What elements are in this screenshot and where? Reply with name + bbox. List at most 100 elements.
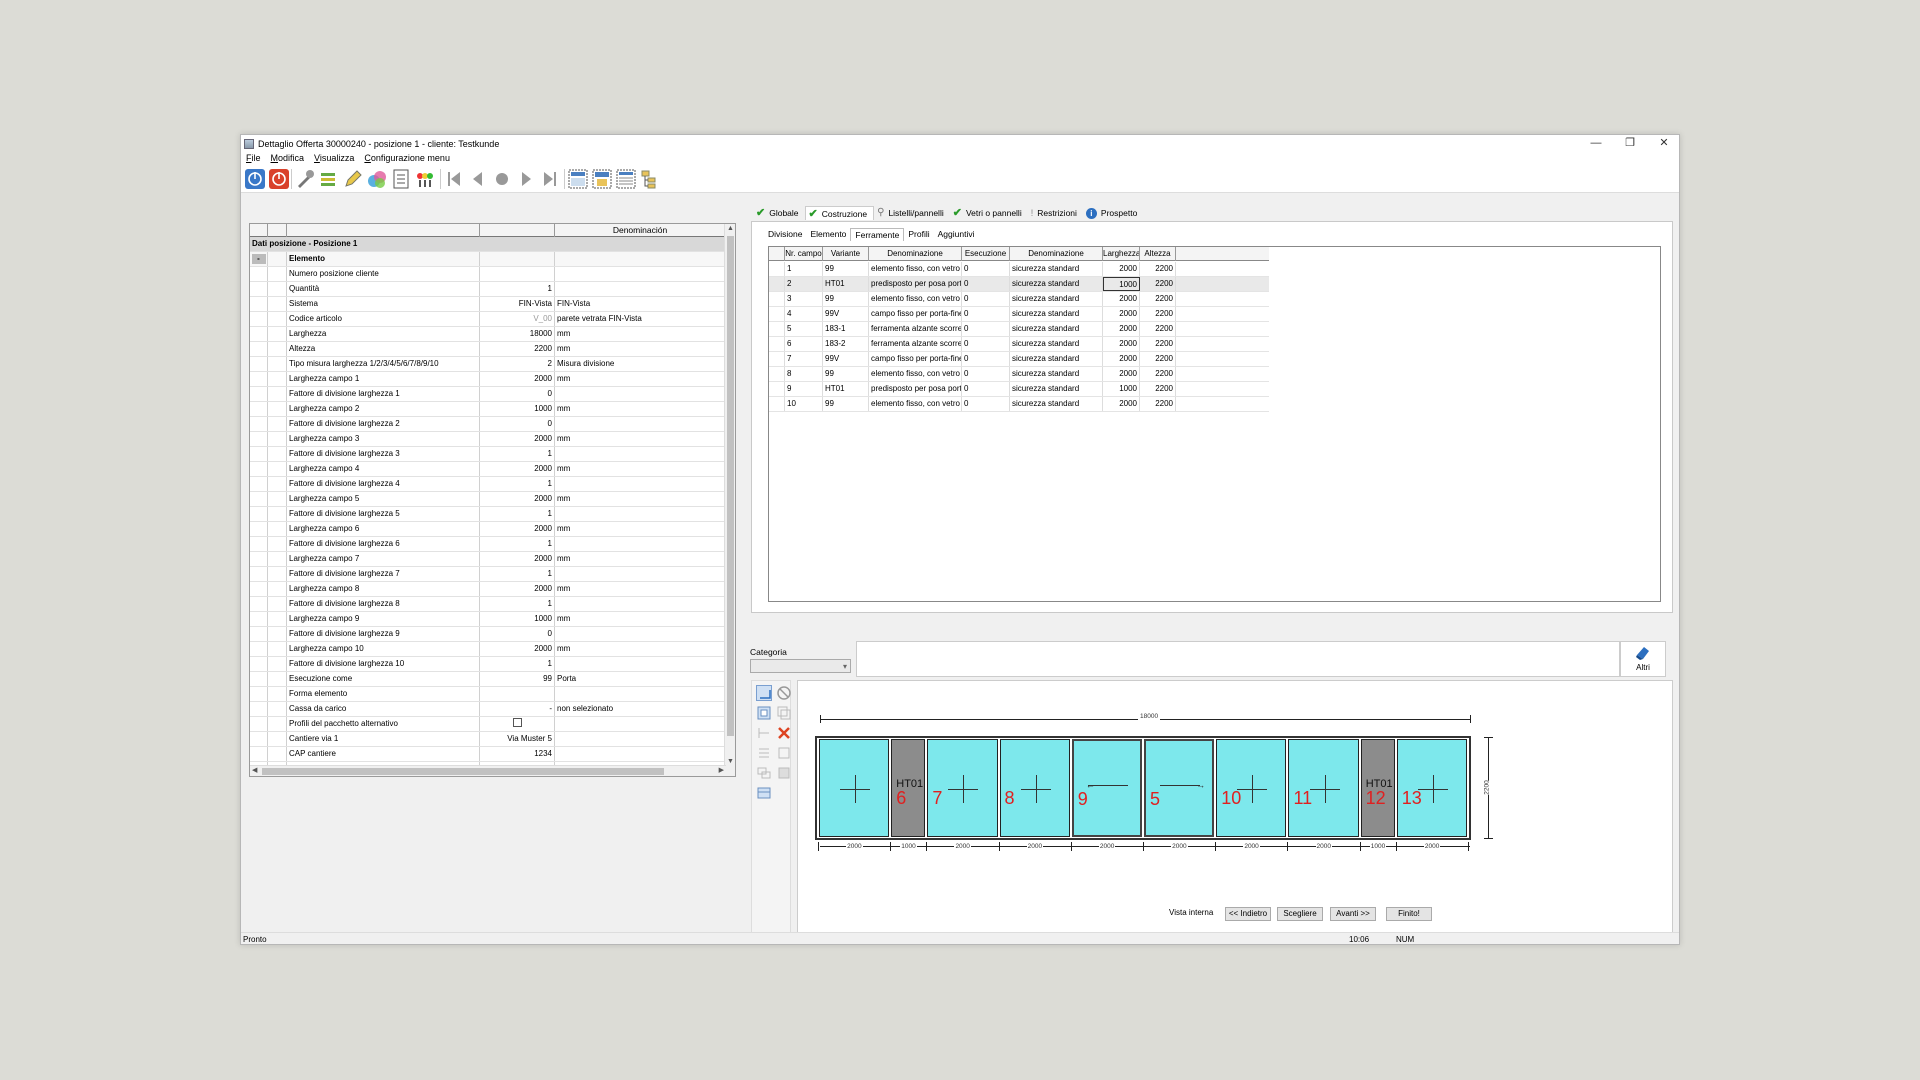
tab-ferramente[interactable]: Ferramente xyxy=(850,228,905,241)
property-row[interactable]: Altezza 2200 mm xyxy=(250,342,725,357)
table-row[interactable]: 5183-1ferramenta alzante scorrevol0sicur… xyxy=(769,322,1269,337)
menu-file[interactable]: File xyxy=(241,152,266,165)
glass-panel[interactable]: 7 xyxy=(927,739,998,837)
next-record-icon[interactable] xyxy=(515,168,537,190)
property-row[interactable]: Tipo misura larghezza 1/2/3/4/5/6/7/8/9/… xyxy=(250,357,725,372)
select-tool-icon[interactable] xyxy=(756,685,772,701)
property-row[interactable]: Larghezza campo 7 2000 mm xyxy=(250,552,725,567)
restore-button[interactable]: ❐ xyxy=(1613,135,1647,152)
column-header[interactable]: Esecuzione xyxy=(962,247,1010,261)
property-row[interactable]: Numero posizione cliente xyxy=(250,267,725,282)
property-row[interactable]: Larghezza campo 1 2000 mm xyxy=(250,372,725,387)
power-red-icon[interactable] xyxy=(268,168,290,190)
property-row[interactable]: Larghezza campo 10 2000 mm xyxy=(250,642,725,657)
first-record-icon[interactable] xyxy=(443,168,465,190)
tab-listelli[interactable]: ⚲ Listelli/pannelli xyxy=(874,206,950,220)
column-header[interactable]: Denominazione xyxy=(1010,247,1103,261)
checkbox[interactable] xyxy=(513,718,522,728)
property-row[interactable]: Larghezza campo 5 2000 mm xyxy=(250,492,725,507)
table-row[interactable]: 4 99V campo fisso per porta-finest 0 sicurez… xyxy=(769,307,1269,322)
property-row[interactable]: Fattore di divisione larghezza 61 xyxy=(250,537,725,552)
tab-prospetto[interactable]: i Prospetto xyxy=(1083,206,1143,220)
pencil-icon[interactable] xyxy=(342,168,364,190)
property-row[interactable]: Fattore di divisione larghezza 41 xyxy=(250,477,725,492)
property-row[interactable]: Larghezza campo 3 2000 mm xyxy=(250,432,725,447)
property-row[interactable]: Larghezza campo 9 1000 mm xyxy=(250,612,725,627)
categoria-select[interactable] xyxy=(750,659,851,673)
table-row[interactable]: 2 HT01 predisposto per posa porta 0 sicurezz… xyxy=(769,277,1269,292)
finish-button[interactable]: Finito! xyxy=(1386,907,1432,921)
copy-icon[interactable] xyxy=(776,705,792,721)
property-row[interactable]: Larghezza campo 8 2000 mm xyxy=(250,582,725,597)
property-row[interactable]: Cantiere via 1 Via Muster 5 xyxy=(250,732,725,747)
property-row[interactable]: Forma elemento xyxy=(250,687,725,702)
glass-panel[interactable]: 11 xyxy=(1288,739,1359,837)
property-row[interactable]: Codice articolo V_00 parete vetrata FIN-Vi… xyxy=(250,312,725,327)
property-row[interactable]: Esecuzione come 99 Porta xyxy=(250,672,725,687)
property-row[interactable]: Fattore di divisione larghezza 10 xyxy=(250,387,725,402)
glass-panel[interactable]: → 5 xyxy=(1144,739,1215,837)
menu-visualizza[interactable]: Visualizza xyxy=(309,152,359,165)
tab-costruzione[interactable]: ✔ Costruzione xyxy=(804,206,875,220)
edit-list-icon[interactable] xyxy=(318,168,340,190)
back-button[interactable]: << Indietro xyxy=(1225,907,1271,921)
tab-restrizioni[interactable]: ! Restrizioni xyxy=(1028,206,1083,220)
property-row[interactable]: Larghezza campo 4 2000 mm xyxy=(250,462,725,477)
window-icon[interactable] xyxy=(776,765,792,781)
menu-modifica[interactable]: Modifica xyxy=(266,152,310,165)
table-row[interactable]: 9 HT01 predisposto per posa porta 0 sicurezz… xyxy=(769,382,1269,397)
property-row[interactable]: Larghezza campo 2 1000 mm xyxy=(250,402,725,417)
table-row[interactable]: 8 99 elemento fisso, con vetro m 0 sicurezza… xyxy=(769,367,1269,382)
table-row[interactable]: 1 99 elemento fisso, con vetro m 0 sicurezza… xyxy=(769,262,1269,277)
property-row[interactable]: Fattore di divisione larghezza 51 xyxy=(250,507,725,522)
glass-panel[interactable]: 10 xyxy=(1216,739,1287,837)
column-header[interactable]: Altezza xyxy=(1140,247,1176,261)
window-view-icon[interactable] xyxy=(591,168,613,190)
power-blue-icon[interactable] xyxy=(244,168,266,190)
table-row[interactable]: 10 99 elemento fisso, con vetro m 0 sicurezz… xyxy=(769,397,1269,412)
tab-vetri[interactable]: ✔ Vetri o pannelli xyxy=(950,206,1028,220)
altri-button[interactable]: Altri xyxy=(1620,641,1666,677)
property-row[interactable]: Fattore di divisione larghezza 81 xyxy=(250,597,725,612)
zoom-fit-icon[interactable] xyxy=(756,705,772,721)
property-row[interactable]: Fattore di divisione larghezza 90 xyxy=(250,627,725,642)
column-header-denominacion[interactable]: Denominación xyxy=(555,224,725,237)
column-header[interactable]: Nr. campo xyxy=(785,247,823,261)
document-icon[interactable] xyxy=(390,168,412,190)
property-row[interactable]: Fattore di divisione larghezza 10 1 xyxy=(250,657,725,672)
vertical-scrollbar[interactable]: ▲ ▼ xyxy=(724,224,735,776)
glass-panel[interactable]: 13 xyxy=(1396,739,1467,837)
table-row[interactable]: 3 99 elemento fisso, con vetro m 0 sicurezza… xyxy=(769,292,1269,307)
property-row[interactable]: Profili del pacchetto alternativo xyxy=(250,717,725,732)
tab-profili[interactable]: Profili xyxy=(904,228,933,241)
last-record-icon[interactable] xyxy=(539,168,561,190)
color-circles-icon[interactable] xyxy=(366,168,388,190)
delete-icon[interactable] xyxy=(776,725,792,741)
glass-panel[interactable] xyxy=(819,739,890,837)
choose-button[interactable]: Scegliere xyxy=(1277,907,1323,921)
stop-icon[interactable] xyxy=(491,168,513,190)
tab-elemento[interactable]: Elemento xyxy=(807,228,851,241)
property-row[interactable]: Larghezza campo 6 2000 mm xyxy=(250,522,725,537)
property-row[interactable]: Fattore di divisione larghezza 31 xyxy=(250,447,725,462)
property-row[interactable]: Fattore di divisione larghezza 71 xyxy=(250,567,725,582)
glass-panel[interactable]: 6 HT01 xyxy=(891,739,926,837)
column-header[interactable]: Variante xyxy=(823,247,869,261)
join-icon[interactable] xyxy=(756,745,772,761)
glass-panel[interactable]: 12 HT01 xyxy=(1360,739,1395,837)
property-row[interactable]: CAP cantiere 1234 xyxy=(250,747,725,762)
close-button[interactable]: ✕ xyxy=(1647,135,1679,152)
horizontal-scrollbar[interactable]: ◀ ▶ xyxy=(250,765,726,776)
grid-view-icon[interactable] xyxy=(567,168,589,190)
glass-panel[interactable]: ← 9 xyxy=(1071,739,1142,837)
glass-panel[interactable]: 8 xyxy=(999,739,1070,837)
property-row[interactable]: Cassa da carico - non selezionato xyxy=(250,702,725,717)
traffic-light-icon[interactable] xyxy=(414,168,436,190)
collapse-toggle[interactable]: - xyxy=(251,254,266,264)
next-button[interactable]: Avanti >> xyxy=(1330,907,1376,921)
stack-icon[interactable] xyxy=(756,765,772,781)
frame-icon[interactable] xyxy=(776,745,792,761)
tab-divisione[interactable]: Divisione xyxy=(764,228,807,241)
property-row[interactable]: Fattore di divisione larghezza 20 xyxy=(250,417,725,432)
tab-globale[interactable]: ✔ Globale xyxy=(753,206,805,220)
